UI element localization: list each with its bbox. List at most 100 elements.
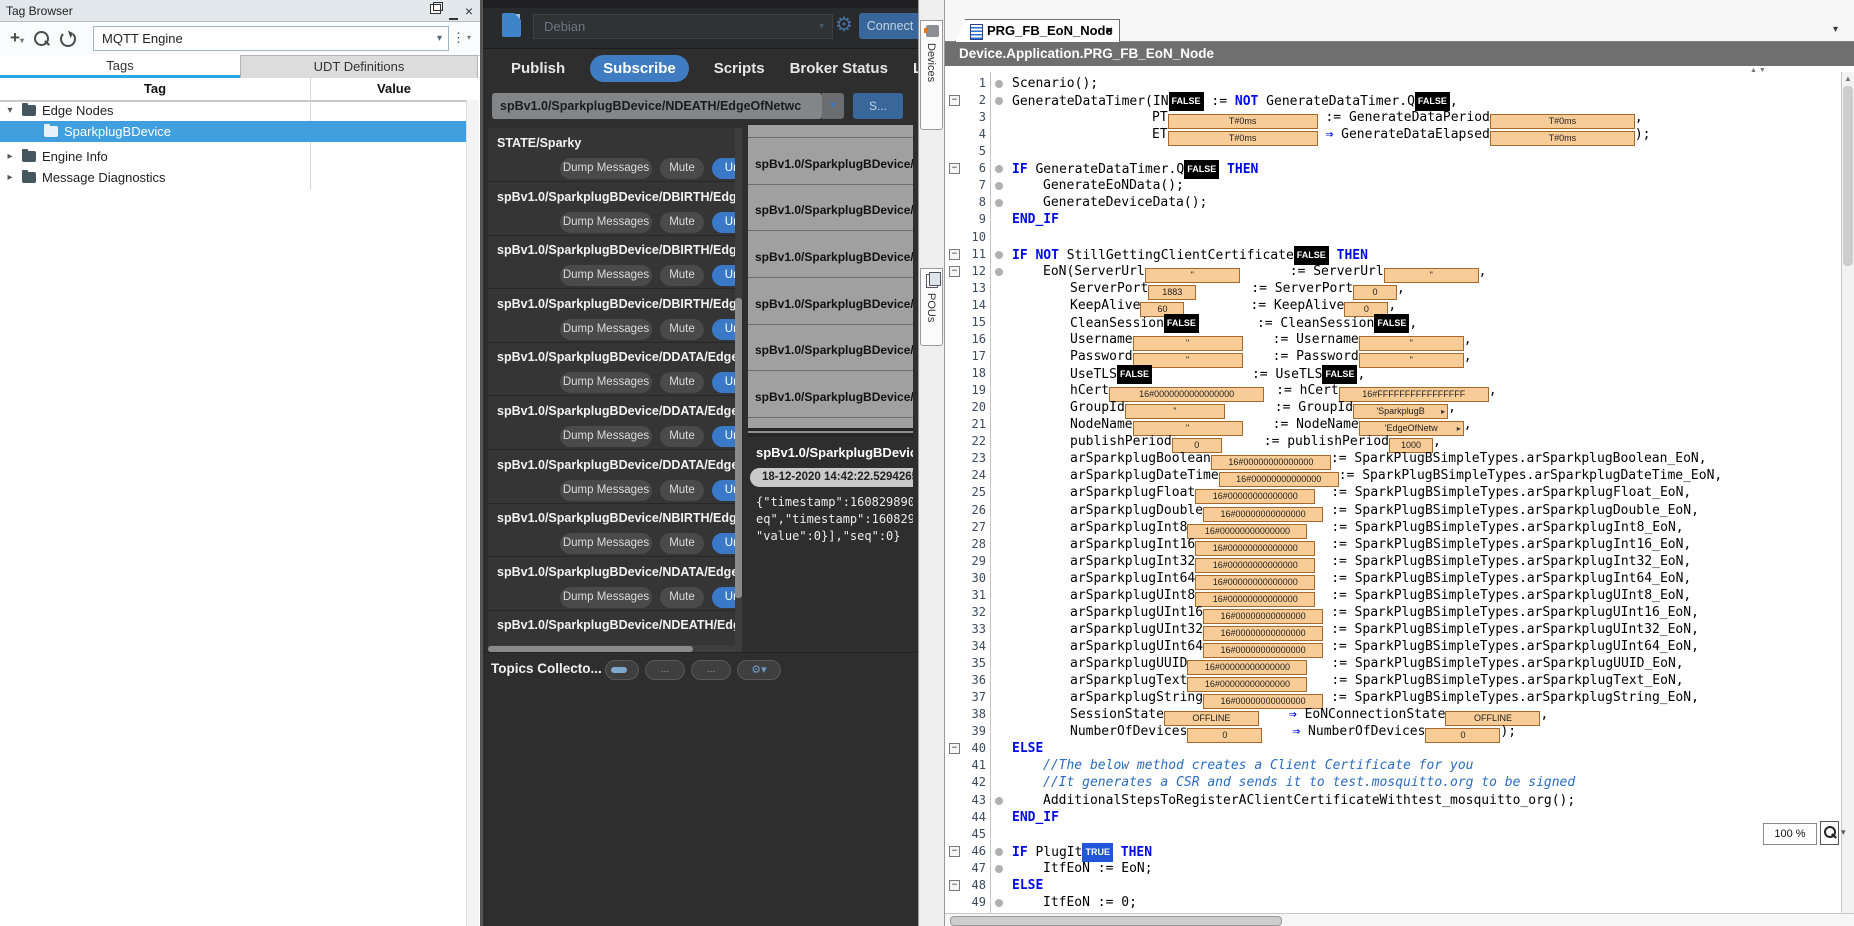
subscribe-button[interactable]: S...: [853, 93, 903, 119]
zoom-level[interactable]: 100 %: [1763, 823, 1817, 845]
message-row[interactable]: spBv1.0/SparkplugBDevice/NDEA: [748, 372, 913, 419]
fold-marker-icon[interactable]: −: [949, 249, 960, 260]
overflow-menu-icon[interactable]: ⋮: [452, 27, 462, 49]
message-row[interactable]: spBv1.0/SparkplugBDevice/DDAT: [748, 325, 913, 372]
dump-messages-button[interactable]: Dump Messages: [560, 265, 652, 286]
mute-button[interactable]: Mute: [660, 319, 704, 340]
fold-marker-icon[interactable]: −: [949, 95, 960, 106]
dump-messages-button[interactable]: Dump Messages: [560, 480, 652, 501]
editor-vscrollbar[interactable]: ▲: [1841, 72, 1854, 913]
profile-file-icon[interactable]: [502, 13, 521, 37]
refresh-icon[interactable]: [60, 31, 76, 52]
tag-provider-dropdown[interactable]: MQTT Engine ▾: [93, 26, 449, 51]
tab-tags[interactable]: Tags: [0, 55, 240, 78]
fold-marker-icon[interactable]: −: [949, 266, 960, 277]
dump-messages-button[interactable]: Dump Messages: [560, 372, 652, 393]
folder-icon: [22, 172, 36, 183]
dump-messages-button[interactable]: Dump Messages: [560, 426, 652, 447]
code-line-16: 16Username'':= Username'',: [945, 331, 1841, 348]
chevron-down-icon: ▾: [437, 27, 442, 50]
statement-dot: [995, 97, 1003, 105]
editor-breadcrumb: Device.Application.PRG_FB_EoN_Node: [945, 42, 1854, 66]
chevron-down-icon[interactable]: ▾: [822, 93, 844, 119]
line-number: 29: [945, 553, 986, 570]
expand-arrow-icon[interactable]: ▸: [4, 167, 16, 188]
search-icon[interactable]: [34, 31, 49, 51]
mute-button[interactable]: Mute: [660, 265, 704, 286]
dump-messages-button[interactable]: Dump Messages: [560, 533, 652, 554]
fold-marker-icon[interactable]: −: [949, 846, 960, 857]
mute-button[interactable]: Mute: [660, 587, 704, 608]
editor-hscrollbar[interactable]: [945, 913, 1854, 926]
code-line-40: 40−ELSE: [945, 740, 1841, 757]
gear-icon[interactable]: ⚙: [835, 12, 853, 37]
tree-item-message-diagnostics[interactable]: ▸Message Diagnostics: [0, 167, 478, 188]
tree-item-edge-nodes[interactable]: ▾Edge Nodes: [0, 100, 478, 121]
add-tag-button[interactable]: +▾: [6, 27, 28, 49]
code-line-13: 13ServerPort1883:= ServerPort0,: [945, 280, 1841, 297]
tab-list-caret-icon[interactable]: ▾: [1833, 24, 1838, 35]
dump-messages-button[interactable]: Dump Messages: [560, 587, 652, 608]
mute-button[interactable]: Mute: [660, 212, 704, 233]
code-line-15: 15CleanSessionFALSE:= CleanSessionFALSE,: [945, 314, 1841, 331]
expand-arrow-icon[interactable]: ▾: [4, 100, 16, 121]
side-tab-devices[interactable]: Devices: [920, 20, 943, 130]
mqtt-tab-subscribe[interactable]: Subscribe: [590, 55, 689, 82]
mute-button[interactable]: Mute: [660, 158, 704, 179]
dump-messages-button[interactable]: Dump Messages: [560, 158, 652, 179]
line-number: 21: [945, 416, 986, 433]
scroll-up-icon[interactable]: ▲: [1842, 74, 1854, 83]
mute-button[interactable]: Mute: [660, 533, 704, 554]
message-row[interactable]: spBv1.0/SparkplugBDevice/NDAT: [748, 185, 913, 232]
subscription-list-vscrollbar[interactable]: [735, 128, 742, 645]
expand-arrow-icon[interactable]: ▸: [4, 146, 16, 167]
mqtt-tab-scripts[interactable]: Scripts: [714, 60, 765, 77]
collector-settings-button[interactable]: ⚙▾: [737, 660, 781, 680]
subscribe-topic-dropdown[interactable]: spBv1.0/SparkplugBDevice/NDEATH/EdgeOfNe…: [492, 93, 822, 119]
close-icon[interactable]: ×: [462, 4, 476, 18]
message-row-partial[interactable]: [748, 125, 913, 138]
editor-tab-prg-fb-eon-node[interactable]: PRG_FB_EoN_Node ×: [955, 19, 1120, 42]
close-tab-icon[interactable]: ×: [1105, 20, 1113, 41]
message-splitter[interactable]: [748, 428, 913, 437]
message-row[interactable]: spBv1.0/SparkplugBDevice/DDAT: [748, 138, 913, 185]
overflow-caret-icon[interactable]: ▾: [463, 27, 475, 49]
dump-messages-button[interactable]: Dump Messages: [560, 319, 652, 340]
side-tab-pous[interactable]: POUs: [920, 268, 943, 346]
mute-button[interactable]: Mute: [660, 480, 704, 501]
tree-item-engine-info[interactable]: ▸Engine Info: [0, 146, 478, 167]
mqtt-tab-broker-status[interactable]: Broker Status: [790, 60, 888, 77]
collector-more-button[interactable]: ...: [645, 660, 685, 680]
zoom-caret-icon[interactable]: ▾: [1841, 827, 1846, 838]
collector-more2-button[interactable]: ...: [691, 660, 731, 680]
message-row[interactable]: spBv1.0/SparkplugBDevice/DDAT: [748, 278, 913, 325]
collector-toggle-button[interactable]: [605, 660, 639, 680]
mute-button[interactable]: Mute: [660, 372, 704, 393]
connect-button[interactable]: Connect: [859, 13, 918, 39]
chevron-down-icon: ▾: [819, 15, 824, 38]
profile-dropdown[interactable]: Debian ▾: [533, 14, 833, 39]
mute-button[interactable]: Mute: [660, 426, 704, 447]
line-number: 4: [945, 126, 986, 143]
line-number: 27: [945, 519, 986, 536]
subscription-row: STATE/SparkyDump MessagesMuteUns: [488, 128, 742, 182]
tag-tree-scrollbar[interactable]: [466, 100, 479, 926]
tab-udt-definitions[interactable]: UDT Definitions: [240, 55, 478, 78]
fold-marker-icon[interactable]: −: [949, 743, 960, 754]
magnifier-icon[interactable]: [1820, 821, 1839, 845]
fold-marker-icon[interactable]: −: [949, 163, 960, 174]
column-header-value[interactable]: Value: [310, 78, 478, 100]
line-number: 36: [945, 672, 986, 689]
folder-icon: [44, 126, 58, 137]
fold-marker-icon[interactable]: −: [949, 880, 960, 891]
column-header-tag[interactable]: Tag: [0, 78, 310, 100]
tree-item-sparkplugbdevice[interactable]: SparkplugBDevice: [0, 121, 478, 142]
message-row[interactable]: spBv1.0/SparkplugBDevice/DDAT: [748, 231, 913, 278]
line-number: 33: [945, 621, 986, 638]
dump-messages-button[interactable]: Dump Messages: [560, 212, 652, 233]
subscription-row: spBv1.0/SparkplugBDevice/DDATA/EdgeOfNet…: [488, 396, 742, 450]
float-window-icon[interactable]: [428, 4, 442, 18]
code-editor[interactable]: 1Scenario();2−GenerateDataTimer(INFALSE …: [945, 72, 1841, 913]
mqtt-tab-publish[interactable]: Publish: [511, 60, 565, 77]
line-number: 43: [945, 792, 986, 809]
